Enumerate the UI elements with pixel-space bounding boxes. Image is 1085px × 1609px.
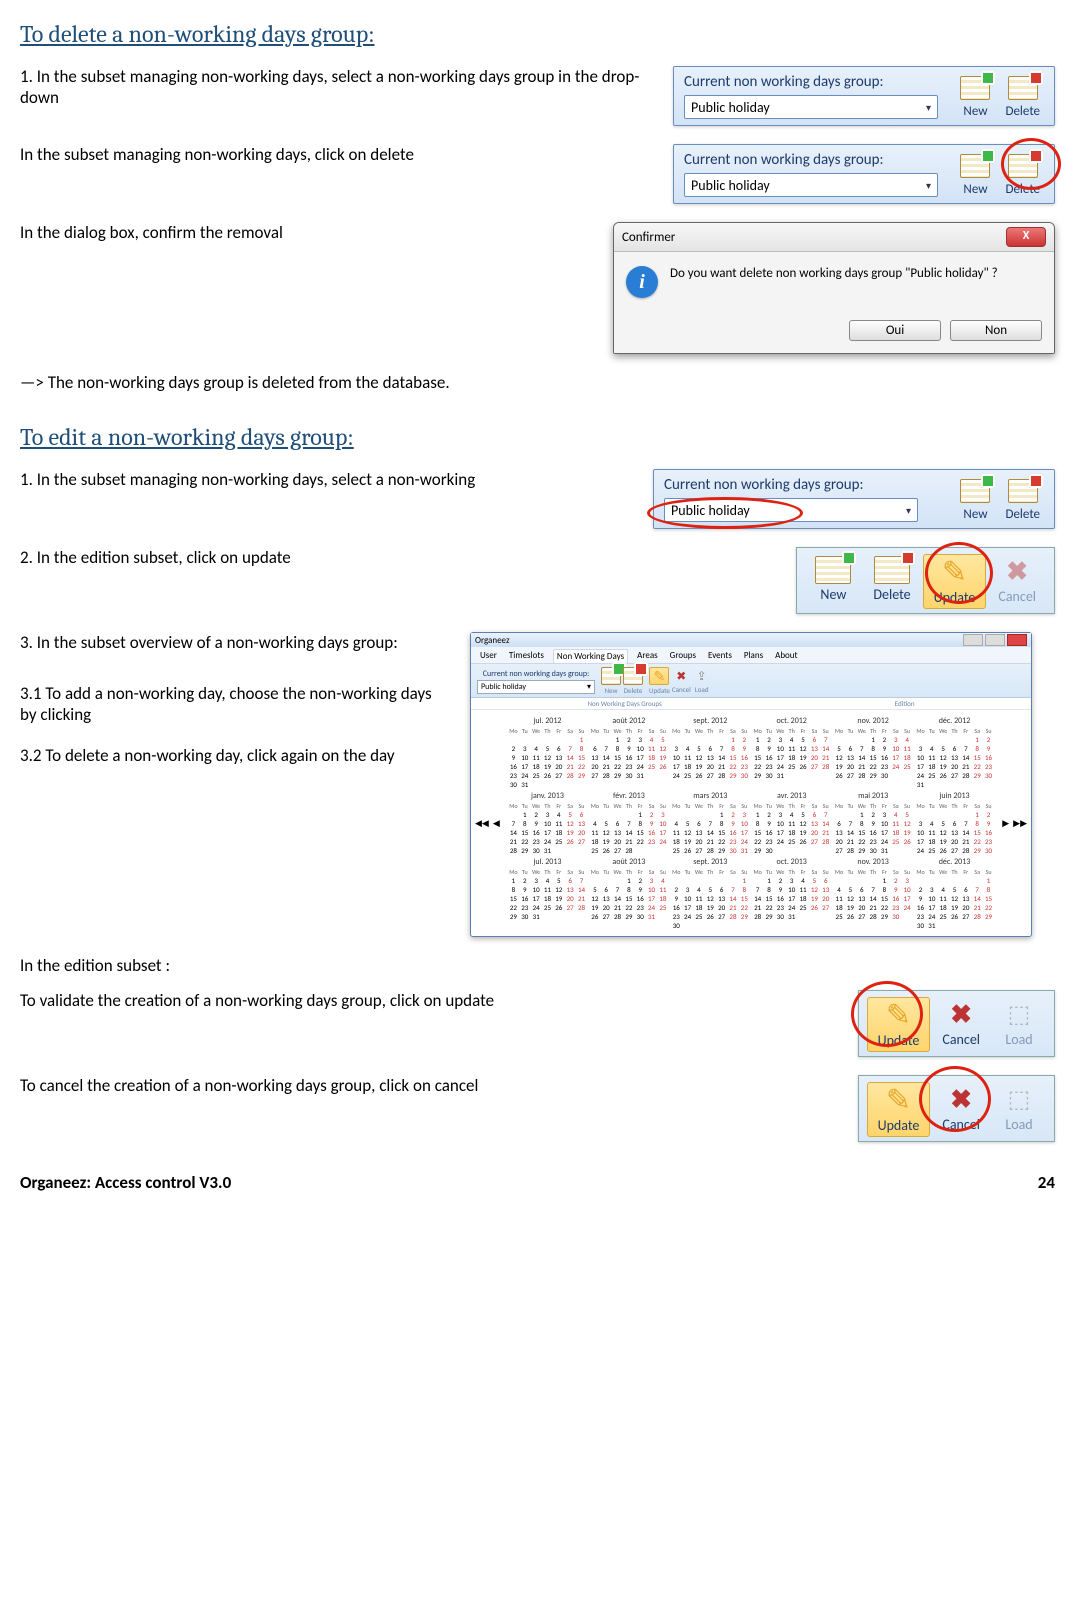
calendar-overview[interactable]: jul. 2012MoTuWeThFrSaSu12345678910111213…: [504, 712, 998, 934]
step-1c: In the dialog box, confirm the removal: [20, 222, 593, 243]
page-number: 24: [1038, 1172, 1055, 1193]
update-button[interactable]: ✎ Update: [867, 997, 931, 1052]
app-tab[interactable]: User: [477, 649, 500, 663]
group-dropdown[interactable]: Public holiday ▾: [684, 173, 938, 197]
yes-button[interactable]: Oui: [849, 320, 941, 341]
step-2-32: 3.2 To delete a non-working day, click a…: [20, 745, 450, 766]
pencil-icon: ✎: [937, 557, 971, 587]
section-edit-title: To edit a non-working days group:: [20, 423, 1055, 451]
app-tab[interactable]: About: [772, 649, 800, 663]
step-2-3: 3. In the subset overview of a non-worki…: [20, 632, 450, 653]
x-icon: ✖: [944, 1084, 978, 1114]
nav-next-one[interactable]: ▶: [1002, 818, 1009, 829]
app-tab[interactable]: Groups: [667, 649, 699, 663]
nav-prev-one[interactable]: ◀: [493, 818, 500, 829]
footer-left: Organeez: Access control V3.0: [20, 1172, 231, 1193]
delete-button[interactable]: Delete: [1001, 152, 1044, 197]
load-button[interactable]: ⬚ Load: [992, 1082, 1046, 1135]
dialog-title: Confirmer: [622, 230, 675, 245]
load-button[interactable]: ⇪: [693, 668, 711, 684]
new-button[interactable]: New: [955, 477, 995, 522]
delete-button[interactable]: [623, 667, 643, 685]
app-window: Organeez User Timeslots Non Working Days Ar…: [470, 632, 1032, 937]
cancel-button[interactable]: ✖ Cancel: [932, 997, 990, 1050]
chevron-down-icon: ▾: [926, 101, 931, 114]
pencil-icon: ✎: [881, 1085, 915, 1115]
x-icon: ✖: [1000, 556, 1034, 586]
update-button[interactable]: ✎ Update: [923, 554, 987, 609]
step-edit-subset: In the edition subset :: [20, 955, 1055, 976]
step-cancel: To cancel the creation of a non-working …: [20, 1075, 838, 1096]
dropdown-value: Public holiday: [691, 99, 770, 116]
nav-prev[interactable]: ◀◀: [475, 818, 489, 829]
group-dropdown[interactable]: Public holiday▾: [477, 680, 595, 694]
delete-button[interactable]: Delete: [1001, 477, 1044, 522]
cancel-button[interactable]: ✖: [672, 668, 690, 684]
group-dropdown[interactable]: Public holiday ▾: [664, 498, 918, 522]
info-icon: i: [626, 266, 658, 298]
app-title: Organeez: [475, 635, 510, 646]
app-tab[interactable]: Timeslots: [506, 649, 547, 663]
cancel-button[interactable]: ✖ Cancel: [932, 1082, 990, 1135]
calendar-delete-icon: [1008, 76, 1038, 100]
section-delete-title: To delete a non-working days group:: [20, 20, 1055, 48]
new-button[interactable]: [601, 667, 621, 685]
chevron-down-icon: ▾: [906, 504, 911, 517]
cancel-button[interactable]: ✖ Cancel: [988, 554, 1046, 607]
confirm-dialog: Confirmer X i Do you want delete non wor…: [613, 222, 1055, 354]
app-tabs: User Timeslots Non Working Days Areas Groups…: [471, 647, 1031, 664]
new-button[interactable]: New: [805, 554, 861, 605]
load-button[interactable]: ⬚ Load: [992, 997, 1046, 1050]
new-button[interactable]: New: [955, 152, 995, 197]
pencil-icon: ✎: [881, 1000, 915, 1030]
nav-next[interactable]: ▶▶: [1013, 818, 1027, 829]
update-button[interactable]: ✎: [649, 667, 669, 685]
close-button[interactable]: X: [1006, 227, 1046, 247]
window-controls[interactable]: [963, 634, 1027, 646]
x-icon: ✖: [944, 999, 978, 1029]
app-tab[interactable]: Non Working Days: [553, 649, 628, 663]
calendar-new-icon: [960, 76, 990, 100]
delete-button[interactable]: Delete: [1001, 74, 1044, 119]
no-button[interactable]: Non: [950, 320, 1042, 341]
step-2-2: 2. In the edition subset, click on updat…: [20, 547, 776, 568]
ribbon-label: Current non working days group:: [684, 73, 949, 91]
group-dropdown[interactable]: Public holiday ▾: [684, 95, 938, 119]
edition-toolbar: New Delete ✎ Update ✖ Cancel: [796, 547, 1055, 614]
ribbon-panel-2: Current non working days group: Public h…: [673, 144, 1055, 204]
edition-toolbar-validate: ✎ Update ✖ Cancel ⬚ Load: [858, 990, 1055, 1057]
app-tab[interactable]: Events: [705, 649, 735, 663]
chevron-down-icon: ▾: [926, 179, 931, 192]
step-validate: To validate the creation of a non-workin…: [20, 990, 838, 1011]
app-tab[interactable]: Areas: [634, 649, 661, 663]
ribbon-panel-3: Current non working days group: Public h…: [653, 469, 1055, 529]
app-tab[interactable]: Plans: [741, 649, 766, 663]
load-icon: ⬚: [1002, 999, 1036, 1029]
edition-toolbar-cancel: ✎ Update ✖ Cancel ⬚ Load: [858, 1075, 1055, 1142]
step-1b: In the subset managing non-working days,…: [20, 144, 653, 165]
step-2-1: 1. In the subset managing non-working da…: [20, 469, 633, 490]
new-button[interactable]: New: [955, 74, 995, 119]
step-1: 1. In the subset managing non-working da…: [20, 66, 653, 108]
load-icon: ⬚: [1002, 1084, 1036, 1114]
step-2-31: 3.1 To add a non-working day, choose the…: [20, 683, 450, 725]
step-1d: —> The non-working days group is deleted…: [20, 372, 1055, 393]
dialog-message: Do you want delete non working days grou…: [670, 266, 998, 298]
update-button[interactable]: ✎ Update: [867, 1082, 931, 1137]
delete-button[interactable]: Delete: [863, 554, 920, 605]
ribbon-panel-1: Current non working days group: Public h…: [673, 66, 1055, 126]
